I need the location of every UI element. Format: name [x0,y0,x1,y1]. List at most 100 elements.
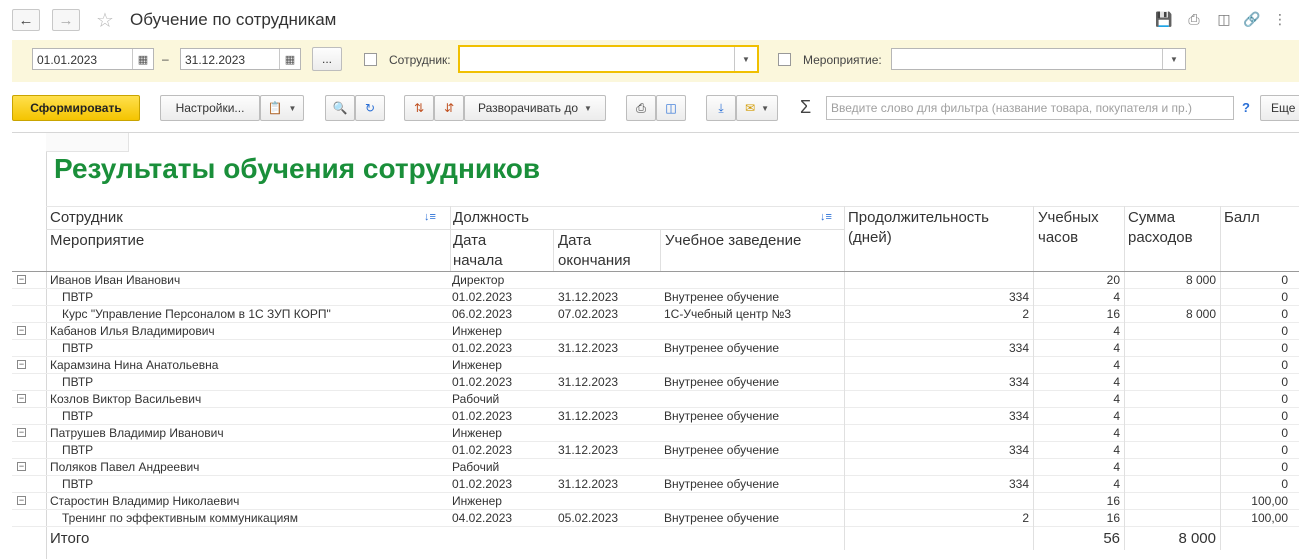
collapse-toggle-icon[interactable]: − [17,275,26,284]
period-select-button[interactable]: ... [312,47,342,71]
save-icon[interactable]: 💾 [1155,10,1173,28]
event-row[interactable]: ПВТР 01.02.2023 31.12.2023 Внутренее обучен… [12,340,1299,357]
cell-score: 0 [1281,273,1288,287]
event-row[interactable]: Курс "Управление Персоналом в 1С ЗУП КОР… [12,306,1299,323]
expand-all-button[interactable]: ⇵ [434,95,464,121]
employee-group-row[interactable]: − Патрушев Владимир Иванович Инженер 4 0 [12,425,1299,442]
header-end-date[interactable]: Дата окончания [558,231,631,271]
header-start-date-line2: начала [453,252,503,269]
cell-dur: 334 [1008,375,1029,389]
filter-search-input[interactable]: Введите слово для фильтра (название това… [826,96,1234,120]
header-end-date-line1: Дата [558,232,592,249]
expand-to-label: Разворачивать до [478,101,579,115]
print-preview-button[interactable]: ◫ [656,95,686,121]
variants-button[interactable]: 📋 ▼ [260,95,304,121]
event-row[interactable]: ПВТР 01.02.2023 31.12.2023 Внутренее обучен… [12,289,1299,306]
cell-position: Инженер [452,324,502,338]
collapse-toggle-icon[interactable]: − [17,496,26,505]
header-institution[interactable]: Учебное заведение [665,231,801,251]
employee-group-row[interactable]: − Кабанов Илья Владимирович Инженер 4 0 [12,323,1299,340]
date-from-field[interactable]: 01.01.2023 ▦ [32,48,154,70]
chevron-down-icon: ▼ [288,103,297,113]
calendar-icon[interactable]: ▦ [132,49,153,69]
filter-search-placeholder: Введите слово для фильтра (название това… [831,101,1193,115]
calendar-icon[interactable]: ▦ [279,49,300,69]
employee-group-row[interactable]: − Карамзина Нина Анатольевна Инженер 4 0 [12,357,1299,374]
favorite-star-icon[interactable]: ☆ [96,8,114,33]
report-title: Результаты обучения сотрудников [54,153,541,184]
collapse-toggle-icon[interactable]: − [17,428,26,437]
find-next-button[interactable]: ↻ [355,95,385,121]
envelope-icon: ✉ [745,101,756,115]
print-button[interactable]: ⎙ [626,95,656,121]
event-row[interactable]: ПВТР 01.02.2023 31.12.2023 Внутренее обучен… [12,476,1299,493]
header-cost[interactable]: Сумма расходов [1128,208,1193,248]
collapse-toggle-icon[interactable]: − [17,360,26,369]
cell-name: Кабанов Илья Владимирович [50,324,215,338]
save-file-button[interactable]: ⤓ [706,95,736,121]
find-button[interactable]: 🔍 [325,95,355,121]
settings-button[interactable]: Настройки... [160,95,260,121]
sum-icon[interactable]: Σ [800,97,811,118]
event-filter-checkbox[interactable] [778,53,791,66]
chevron-down-icon[interactable]: ▼ [1162,49,1185,69]
header-score[interactable]: Балл [1224,208,1260,228]
employee-group-row[interactable]: − Поляков Павел Андреевич Рабочий 4 0 [12,459,1299,476]
chevron-down-icon[interactable]: ▼ [734,47,757,71]
cell-name: ПВТР [62,409,94,423]
collapse-toggle-icon[interactable]: − [17,326,26,335]
sort-icon[interactable]: ↓≡ [820,211,832,223]
cell-end: 05.02.2023 [558,511,619,525]
expand-to-dropdown[interactable]: Разворачивать до ▼ [464,95,606,121]
employee-group-row[interactable]: − Иванов Иван Иванович Директор 20 8 000 0 [12,272,1299,289]
cell-score: 100,00 [1251,494,1288,508]
window-title: Обучение по сотрудникам [130,10,337,29]
employee-select[interactable]: ▼ [458,45,759,73]
date-to-field[interactable]: 31.12.2023 ▦ [180,48,301,70]
header-employee[interactable]: Сотрудник [50,208,123,228]
total-hours: 56 [1103,530,1120,547]
expand-rows-icon: ⇵ [443,101,455,115]
report-spreadsheet[interactable]: Результаты обучения сотрудников Сотрудни… [12,132,1299,559]
more-button[interactable]: Еще [1260,95,1299,121]
help-link[interactable]: ? [1242,100,1250,115]
employee-filter-checkbox[interactable] [364,53,377,66]
total-row[interactable]: Итого 56 8 000 [12,528,1299,550]
header-duration[interactable]: Продолжительность (дней) [848,208,989,248]
cell-inst: Внутренее обучение [664,511,779,525]
header-cost-line2: расходов [1128,229,1193,246]
forward-arrow-icon[interactable]: → [52,9,80,31]
header-event[interactable]: Мероприятие [50,231,144,251]
generate-button[interactable]: Сформировать [12,95,140,121]
employee-group-row[interactable]: − Козлов Виктор Васильевич Рабочий 4 0 [12,391,1299,408]
event-row[interactable]: ПВТР 01.02.2023 31.12.2023 Внутренее обучен… [12,442,1299,459]
cell-score: 0 [1281,409,1288,423]
collapse-toggle-icon[interactable]: − [17,462,26,471]
collapse-toggle-icon[interactable]: − [17,394,26,403]
more-vertical-icon[interactable]: ⋮ [1271,10,1289,28]
collapse-all-button[interactable]: ⇅ [404,95,434,121]
back-arrow-icon[interactable]: ← [12,9,40,31]
header-position[interactable]: Должность [453,208,529,228]
date-range-dash: – [162,52,169,66]
preview-icon[interactable]: ◫ [1215,10,1233,28]
link-icon[interactable]: 🔗 [1243,10,1261,28]
employee-group-row[interactable]: − Старостин Владимир Николаевич Инженер 16 1… [12,493,1299,510]
cell-position: Рабочий [452,392,500,406]
cell-start: 01.02.2023 [452,375,513,389]
header-duration-line1: Продолжительность [848,209,989,226]
event-select[interactable]: ▼ [891,48,1186,70]
header-start-date[interactable]: Дата начала [453,231,503,271]
event-row[interactable]: Тренинг по эффективным коммуникациям 04.0… [12,510,1299,527]
cell-start: 01.02.2023 [452,409,513,423]
sort-icon[interactable]: ↓≡ [424,211,436,223]
cell-position: Инженер [452,358,502,372]
send-email-button[interactable]: ✉ ▼ [736,95,778,121]
event-row[interactable]: ПВТР 01.02.2023 31.12.2023 Внутренее обучен… [12,374,1299,391]
cell-dur: 334 [1008,477,1029,491]
header-hours[interactable]: Учебных часов [1038,208,1099,248]
cell-start: 01.02.2023 [452,341,513,355]
collapse-rows-icon: ⇅ [413,101,425,115]
event-row[interactable]: ПВТР 01.02.2023 31.12.2023 Внутренее обучен… [12,408,1299,425]
print-icon[interactable]: ⎙ [1185,10,1203,28]
